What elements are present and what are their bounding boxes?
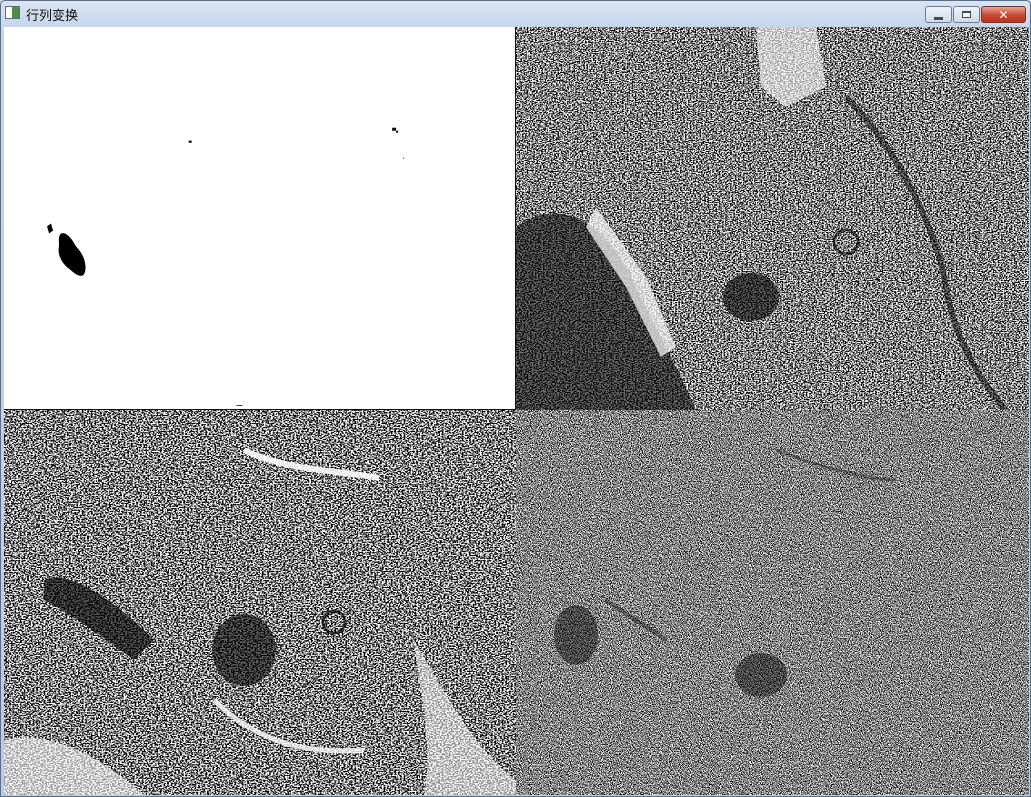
binary-image-svg xyxy=(4,27,515,409)
title-bar[interactable]: 行列变换 ✕ xyxy=(1,1,1030,27)
window-controls: ✕ xyxy=(925,6,1026,23)
minimize-icon xyxy=(934,16,943,20)
close-button[interactable]: ✕ xyxy=(981,6,1026,23)
app-window: 行列变换 ✕ xyxy=(0,0,1031,797)
window-title: 行列变换 xyxy=(26,9,79,24)
maximize-button[interactable] xyxy=(953,6,980,23)
row-image-svg xyxy=(516,27,1029,410)
image-canvas xyxy=(4,27,1029,795)
column-transformed-image xyxy=(4,410,516,795)
row-column-transformed-image xyxy=(516,410,1029,795)
row-transformed-image xyxy=(516,27,1029,410)
close-icon: ✕ xyxy=(998,7,1009,22)
minimize-button[interactable] xyxy=(925,6,952,23)
binary-threshold-image xyxy=(4,27,516,410)
row-column-image-svg xyxy=(516,410,1029,795)
app-window-icon xyxy=(5,6,20,19)
maximize-icon xyxy=(962,11,971,18)
column-image-svg xyxy=(4,410,516,795)
